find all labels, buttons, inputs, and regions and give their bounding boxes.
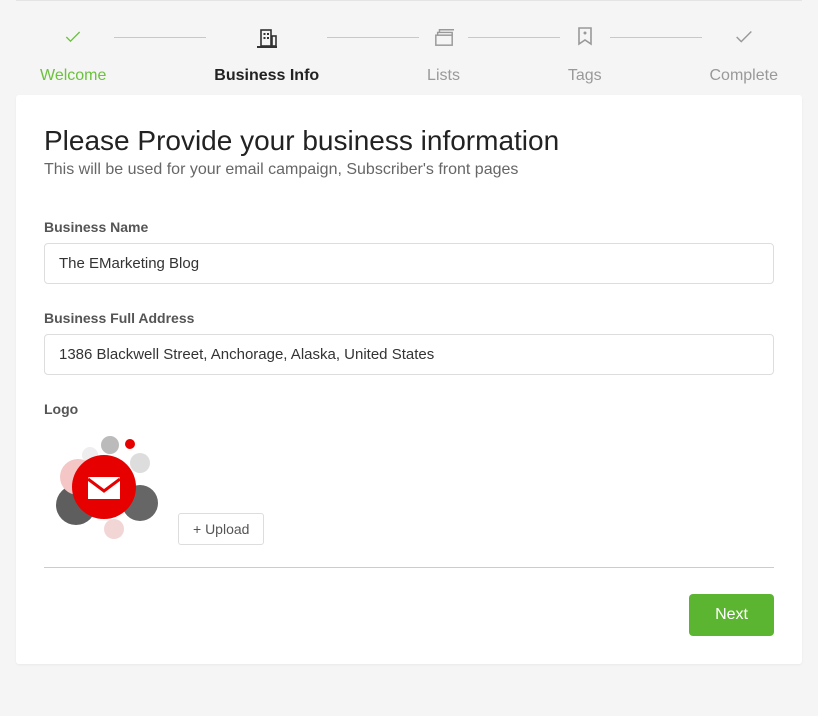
step-connector xyxy=(327,37,419,38)
business-name-input[interactable] xyxy=(44,243,774,284)
step-connector xyxy=(610,37,702,38)
business-address-input[interactable] xyxy=(44,334,774,375)
step-label: Business Info xyxy=(214,67,319,85)
business-address-label: Business Full Address xyxy=(44,310,774,326)
tag-icon xyxy=(575,25,595,49)
form-footer: Next xyxy=(44,594,774,636)
check-icon xyxy=(63,25,83,49)
business-name-label: Business Name xyxy=(44,219,774,235)
step-lists[interactable]: Lists xyxy=(427,25,460,85)
step-connector xyxy=(468,37,560,38)
step-label: Lists xyxy=(427,67,460,85)
logo-preview xyxy=(44,425,164,545)
next-button[interactable]: Next xyxy=(689,594,774,636)
form-card: Please Provide your business information… xyxy=(16,95,802,664)
section-divider xyxy=(44,567,774,568)
step-welcome[interactable]: Welcome xyxy=(40,25,106,85)
stack-icon xyxy=(433,25,455,49)
step-tags[interactable]: Tags xyxy=(568,25,602,85)
step-connector xyxy=(114,37,206,38)
step-complete[interactable]: Complete xyxy=(710,25,778,85)
step-label: Complete xyxy=(710,67,778,85)
page-subheading: This will be used for your email campaig… xyxy=(44,161,774,179)
check-icon xyxy=(733,25,755,49)
building-icon xyxy=(255,25,279,49)
logo-label: Logo xyxy=(44,401,774,417)
page-heading: Please Provide your business information xyxy=(44,125,774,157)
step-business-info[interactable]: Business Info xyxy=(214,25,319,85)
upload-button[interactable]: + Upload xyxy=(178,513,264,545)
step-label: Tags xyxy=(568,67,602,85)
step-label: Welcome xyxy=(40,67,106,85)
wizard-stepper: Welcome Business Info Lists Tags Complet… xyxy=(0,1,818,95)
